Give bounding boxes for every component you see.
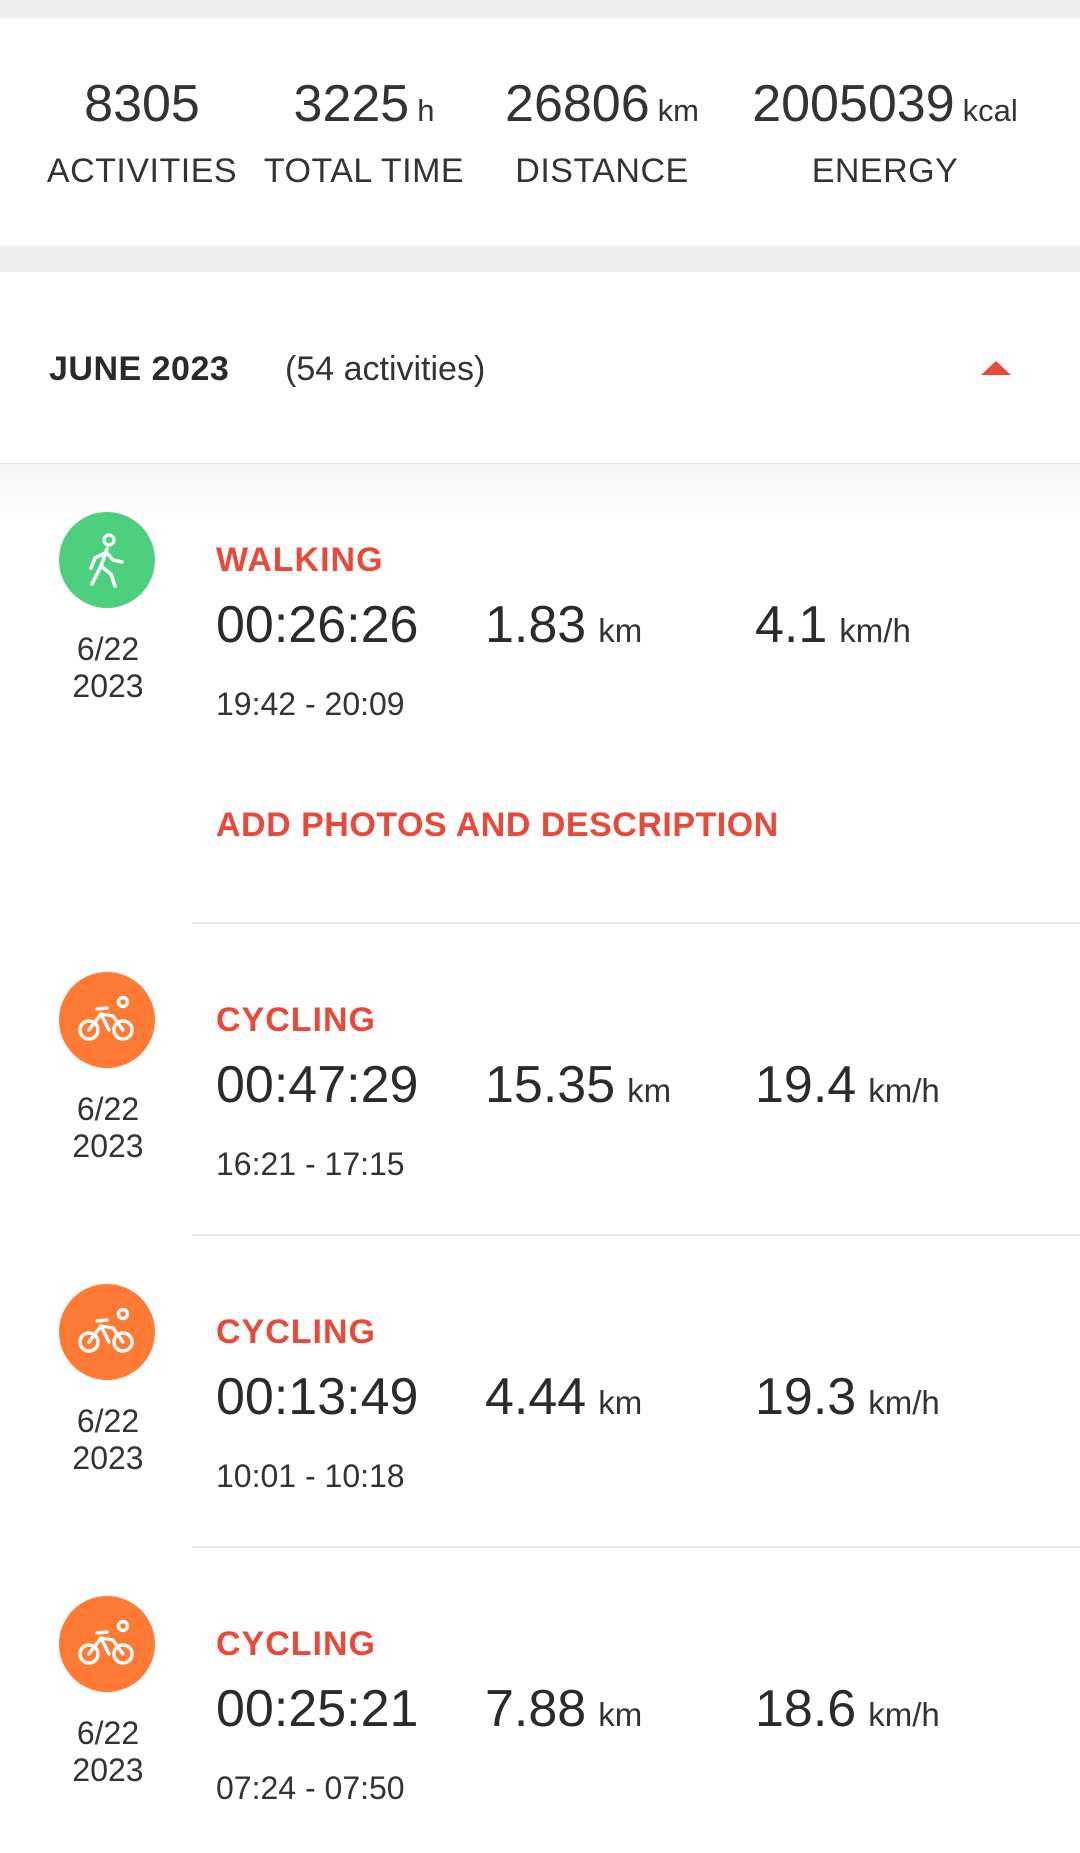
activity-type: CYCLING: [216, 1313, 376, 1351]
activity-distance: 4.44 km: [485, 1368, 643, 1426]
top-strip: [0, 0, 1080, 18]
stat-activities-label: ACTIVITIES: [46, 152, 238, 190]
activity-item[interactable]: 6/22 2023 CYCLING 00:13:49 4.44 km 19.3 km…: [0, 1236, 1080, 1548]
stat-distance: 26806 km DISTANCE: [482, 78, 722, 191]
stat-energy: 2005039 kcal ENERGY: [732, 78, 1038, 191]
walking-icon: [59, 512, 155, 608]
activity-time-range: 16:21 - 17:15: [216, 1146, 405, 1182]
stat-energy-label: ENERGY: [811, 152, 959, 190]
activity-date: 6/22 2023: [72, 631, 144, 704]
activity-list: 6/22 2023 WALKING 00:26:26 1.83 km 4.1 km/…: [0, 464, 1080, 1853]
stat-distance-label: DISTANCE: [515, 152, 689, 190]
activity-time-range: 19:42 - 20:09: [216, 686, 405, 722]
activity-time-range: 10:01 - 10:18: [216, 1458, 405, 1494]
activity-item[interactable]: 6/22 2023 CYCLING 00:25:21 7.88 km 18.6 km…: [0, 1548, 1080, 1853]
month-header[interactable]: JUNE 2023 (54 activities): [0, 272, 1080, 464]
stat-distance-value: 26806 km: [505, 75, 699, 133]
stat-total-time-label: TOTAL TIME: [263, 152, 465, 190]
activity-date: 6/22 2023: [72, 1091, 144, 1164]
triangle-up-icon[interactable]: [981, 361, 1011, 375]
activity-item[interactable]: 6/22 2023 WALKING 00:26:26 1.83 km 4.1 km/…: [0, 464, 1080, 924]
totals-summary: 8305 ACTIVITIES 3225 h TOTAL TIME 26806 km…: [0, 18, 1080, 246]
activity-duration: 00:47:29: [216, 1056, 419, 1114]
activity-type: CYCLING: [216, 1001, 376, 1039]
activity-duration: 00:26:26: [216, 596, 419, 654]
add-photos-button[interactable]: ADD PHOTOS AND DESCRIPTION: [216, 806, 779, 845]
section-separator: [0, 246, 1080, 272]
activity-distance: 7.88 km: [485, 1680, 643, 1738]
stat-total-time: 3225 h TOTAL TIME: [256, 78, 472, 191]
activity-type: WALKING: [216, 541, 384, 579]
month-title: JUNE 2023: [49, 350, 230, 388]
cycling-icon: [59, 972, 155, 1068]
stat-activities: 8305 ACTIVITIES: [36, 78, 248, 191]
activity-item[interactable]: 6/22 2023 CYCLING 00:47:29 15.35 km 19.4 k…: [0, 924, 1080, 1236]
activity-distance: 1.83 km: [485, 596, 643, 654]
activity-speed: 19.4 km/h: [755, 1056, 940, 1114]
activity-speed: 18.6 km/h: [755, 1680, 940, 1738]
stat-energy-value: 2005039 kcal: [752, 75, 1018, 133]
cycling-icon: [59, 1596, 155, 1692]
activity-distance: 15.35 km: [485, 1056, 672, 1114]
activity-speed: 4.1 km/h: [755, 596, 911, 654]
stat-activities-value: 8305: [84, 75, 200, 133]
activity-date: 6/22 2023: [72, 1715, 144, 1788]
stat-total-time-value: 3225 h: [293, 75, 435, 133]
cycling-icon: [59, 1284, 155, 1380]
activity-type: CYCLING: [216, 1625, 376, 1663]
activity-date: 6/22 2023: [72, 1403, 144, 1476]
activity-speed: 19.3 km/h: [755, 1368, 940, 1426]
activity-time-range: 07:24 - 07:50: [216, 1770, 405, 1806]
month-activity-count: (54 activities): [285, 350, 486, 388]
activity-duration: 00:25:21: [216, 1680, 419, 1738]
activity-duration: 00:13:49: [216, 1368, 419, 1426]
